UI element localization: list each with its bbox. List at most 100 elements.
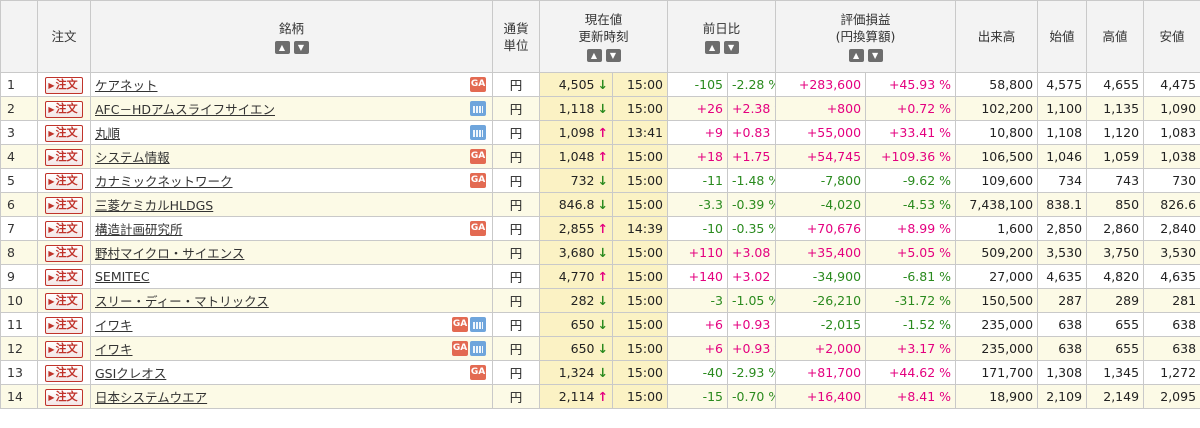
price-cell: 1,098 ↑: [539, 120, 613, 145]
pl-pct-cell: +0.72 %: [865, 96, 957, 121]
open-cell: 1,308: [1037, 360, 1088, 385]
calendar-icon[interactable]: [470, 101, 486, 116]
order-cell: ▶注文: [37, 144, 91, 169]
stock-name-link[interactable]: GSIクレオス: [95, 366, 166, 381]
order-button[interactable]: ▶注文: [45, 172, 83, 190]
low-cell: 1,038: [1143, 144, 1200, 169]
order-button[interactable]: ▶注文: [45, 124, 83, 142]
stock-name-link[interactable]: システム情報: [95, 150, 170, 165]
ga-icon[interactable]: GA: [452, 317, 468, 332]
ga-icon[interactable]: GA: [470, 173, 486, 188]
sort-asc-button[interactable]: ▲: [586, 49, 602, 62]
order-button-label: 注文: [55, 389, 78, 403]
update-time-cell: 15:00: [611, 360, 669, 385]
arrow-up-icon: ↑: [597, 221, 608, 236]
order-button[interactable]: ▶注文: [45, 340, 83, 358]
order-cell: ▶注文: [37, 336, 91, 361]
order-button[interactable]: ▶注文: [45, 292, 83, 310]
open-cell: 1,100: [1037, 96, 1088, 121]
stock-name-link[interactable]: イワキ: [95, 318, 133, 333]
ga-icon[interactable]: GA: [470, 77, 486, 92]
pl-cell: -26,210: [775, 288, 867, 313]
price-cell: 846.8 ↓: [539, 192, 613, 217]
table-row: 11 ▶注文 イワキ GA 円 650↓ 15:00 +6 +0.93 % -2…: [0, 312, 1200, 337]
price-cell: 1,324 ↓: [539, 360, 613, 385]
pl-cell: +16,400: [775, 384, 867, 409]
sort-desc-button[interactable]: ▼: [293, 40, 309, 54]
table-row: 10 ▶注文 スリー・ディー・マトリックス 円 282 ↓ 15:00 -3 -1…: [0, 288, 1200, 313]
stock-name-link[interactable]: 丸順: [95, 126, 120, 141]
open-cell: 1,108: [1037, 120, 1088, 145]
sort-asc-button[interactable]: ▲: [274, 40, 290, 54]
ga-icon[interactable]: GA: [470, 365, 486, 380]
ga-icon[interactable]: GA: [470, 149, 486, 164]
update-time-cell: 15:00: [611, 264, 669, 289]
sort-desc-button[interactable]: ▼: [723, 40, 739, 54]
pl-cell: -2,015: [775, 312, 867, 337]
col-header-currency-line2: 単位: [503, 37, 529, 53]
change-sort-buttons: ▲ ▼: [670, 40, 773, 54]
change-pct-cell: +3.02 %: [727, 264, 777, 289]
col-header-pl-line2: (円換算額): [835, 29, 896, 44]
col-header-currency: 通貨 単位: [492, 0, 540, 73]
order-button[interactable]: ▶注文: [45, 220, 83, 238]
col-header-change-label: 前日比: [702, 20, 741, 36]
sort-asc-button[interactable]: ▲: [704, 40, 720, 54]
pl-cell: +800: [775, 96, 867, 121]
sort-asc-button[interactable]: ▲: [848, 49, 864, 62]
order-button[interactable]: ▶注文: [45, 316, 83, 334]
change-cell: -105: [667, 72, 729, 97]
order-button-label: 注文: [55, 197, 78, 211]
change-pct-cell: +0.93 %: [727, 336, 777, 361]
pl-pct-cell: +44.62 %: [865, 360, 957, 385]
stock-icons: [470, 101, 486, 116]
price-value: 4,505: [558, 77, 595, 92]
table-row: 8 ▶注文 野村マイクロ・サイエンス 円 3,680 ↓ 15:00 +110 +…: [0, 240, 1200, 265]
order-button-label: 注文: [55, 269, 78, 283]
play-icon: ▶: [48, 80, 55, 90]
stock-name-link[interactable]: SEMITEC: [95, 269, 150, 284]
stock-name-link[interactable]: カナミックネットワーク: [95, 174, 233, 189]
stock-name-link[interactable]: 構造計画研究所: [95, 222, 183, 237]
ga-icon[interactable]: GA: [452, 341, 468, 356]
stock-name-link[interactable]: 野村マイクロ・サイエンス: [95, 246, 244, 261]
pl-pct-cell: +109.36 %: [865, 144, 957, 169]
col-header-price-line2: 更新時刻: [578, 29, 629, 44]
change-pct-cell: +1.75 %: [727, 144, 777, 169]
open-cell: 287: [1037, 288, 1088, 313]
volume-cell: 150,500: [955, 288, 1039, 313]
change-cell: +9: [667, 120, 729, 145]
stock-name-cell: システム情報 GA: [90, 144, 493, 169]
table-row: 6 ▶注文 三菱ケミカルHLDGS 円 846.8 ↓ 15:00 -3.3 -0…: [0, 192, 1200, 217]
stock-name-link[interactable]: 日本システムウエア: [95, 390, 207, 405]
order-button[interactable]: ▶注文: [45, 148, 83, 166]
stock-name-cell: AFC－HDアムスライフサイエン: [90, 96, 493, 121]
order-button[interactable]: ▶注文: [45, 100, 83, 118]
order-button[interactable]: ▶注文: [45, 388, 83, 406]
sort-desc-button[interactable]: ▼: [867, 49, 883, 62]
update-time-cell: 15:00: [611, 168, 669, 193]
price-value: 1,324: [558, 365, 595, 380]
order-button[interactable]: ▶注文: [45, 196, 83, 214]
currency-cell: 円: [492, 360, 540, 385]
ga-icon[interactable]: GA: [470, 221, 486, 236]
stock-name-link[interactable]: スリー・ディー・マトリックス: [95, 294, 269, 309]
col-header-no: [0, 0, 38, 73]
low-cell: 4,635: [1143, 264, 1200, 289]
stock-name-link[interactable]: 三菱ケミカルHLDGS: [95, 198, 213, 213]
order-button[interactable]: ▶注文: [45, 244, 83, 262]
order-button[interactable]: ▶注文: [45, 364, 83, 382]
high-cell: 655: [1086, 312, 1145, 337]
stock-name-link[interactable]: AFC－HDアムスライフサイエン: [95, 102, 275, 117]
calendar-icon[interactable]: [470, 317, 486, 332]
sort-desc-button[interactable]: ▼: [605, 49, 621, 62]
calendar-icon[interactable]: [470, 341, 486, 356]
calendar-icon[interactable]: [470, 125, 486, 140]
pl-cell: -7,800: [775, 168, 867, 193]
order-button[interactable]: ▶注文: [45, 268, 83, 286]
pl-cell: +81,700: [775, 360, 867, 385]
order-button[interactable]: ▶注文: [45, 76, 83, 94]
play-icon: ▶: [48, 344, 55, 354]
stock-name-link[interactable]: ケアネット: [95, 78, 158, 93]
stock-name-link[interactable]: イワキ: [95, 342, 133, 357]
